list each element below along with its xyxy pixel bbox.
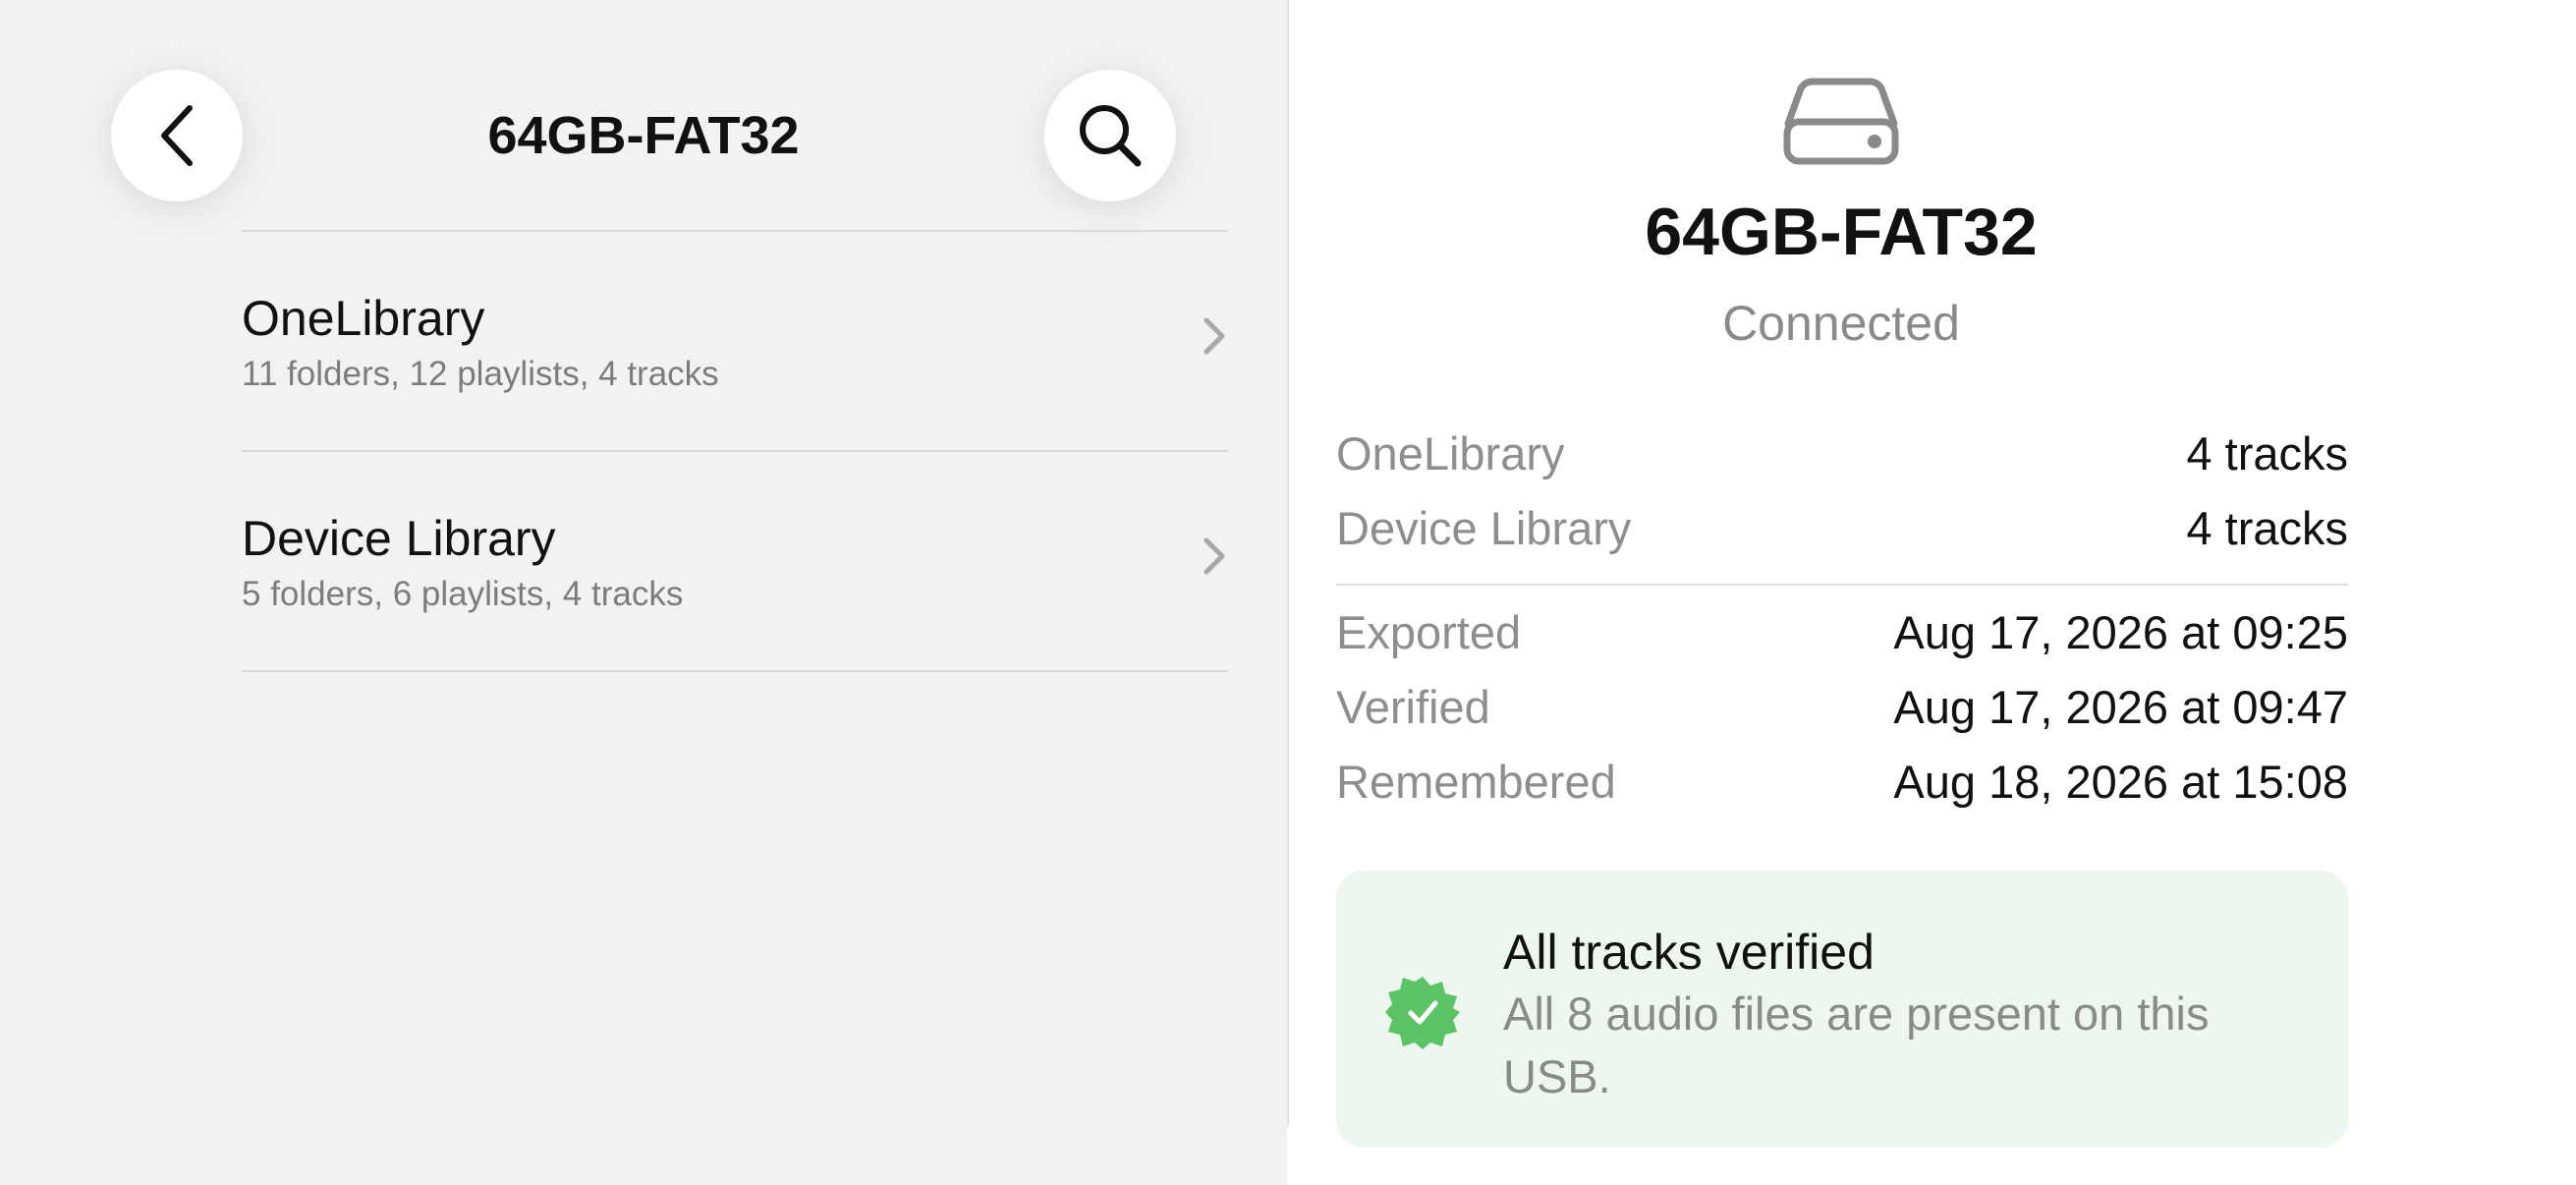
info-row-onelibrary: OneLibrary 4 tracks xyxy=(1336,421,2348,495)
external-drive-icon xyxy=(1783,78,1899,165)
info-row-exported: Exported Aug 17, 2026 at 09:25 xyxy=(1336,599,2348,674)
info-row-verified: Verified Aug 17, 2026 at 09:47 xyxy=(1336,674,2348,749)
search-icon xyxy=(1080,105,1142,167)
list-item-title: Device Library xyxy=(242,511,556,566)
checkmark-seal-icon xyxy=(1385,977,1460,1049)
chevron-right-icon xyxy=(1204,317,1225,355)
info-row-device-library: Device Library 4 tracks xyxy=(1336,495,2348,570)
verification-description: All 8 audio files are present on this US… xyxy=(1503,988,2210,1102)
list-item-title: OneLibrary xyxy=(242,291,485,346)
info-value: Aug 17, 2026 at 09:25 xyxy=(1893,606,2348,658)
page-title: 64GB-FAT32 xyxy=(487,106,800,165)
browser-pane: 64GB-FAT32 OneLibrary 11 folders, 12 pla… xyxy=(0,0,1287,1185)
list-item-subtitle: 5 folders, 6 playlists, 4 tracks xyxy=(242,575,684,613)
info-value: Aug 17, 2026 at 09:47 xyxy=(1893,681,2348,733)
back-button[interactable] xyxy=(111,70,243,201)
chevron-right-icon xyxy=(1204,537,1225,575)
list-divider xyxy=(242,670,1228,672)
info-label: Exported xyxy=(1336,606,1522,658)
info-divider xyxy=(1336,584,2348,586)
device-name: 64GB-FAT32 xyxy=(1645,195,2038,269)
library-list: OneLibrary 11 folders, 12 playlists, 4 t… xyxy=(242,230,1228,672)
app-window: 64GB-FAT32 OneLibrary 11 folders, 12 pla… xyxy=(0,0,2576,1185)
list-item-device-library[interactable]: Device Library 5 folders, 6 playlists, 4… xyxy=(242,452,1228,670)
verification-card: All tracks verified All 8 audio files ar… xyxy=(1336,871,2348,1148)
connection-status: Connected xyxy=(1722,296,1960,351)
verification-title: All tracks verified xyxy=(1503,925,1875,980)
list-item-onelibrary[interactable]: OneLibrary 11 folders, 12 playlists, 4 t… xyxy=(242,232,1228,450)
search-button[interactable] xyxy=(1044,70,1176,201)
device-info: OneLibrary 4 tracks Device Library 4 tra… xyxy=(1336,421,2348,823)
info-label: Device Library xyxy=(1336,502,1632,554)
info-value: Aug 18, 2026 at 15:08 xyxy=(1893,756,2348,808)
list-item-subtitle: 11 folders, 12 playlists, 4 tracks xyxy=(242,355,719,393)
info-value: 4 tracks xyxy=(2186,427,2348,480)
info-value: 4 tracks xyxy=(2186,502,2348,554)
detail-pane: 64GB-FAT32 Connected OneLibrary 4 tracks… xyxy=(1289,0,2576,1185)
info-label: OneLibrary xyxy=(1336,427,1565,480)
info-label: Remembered xyxy=(1336,756,1616,808)
info-row-remembered: Remembered Aug 18, 2026 at 15:08 xyxy=(1336,749,2348,823)
info-label: Verified xyxy=(1336,681,1490,733)
chevron-left-icon xyxy=(161,105,193,166)
